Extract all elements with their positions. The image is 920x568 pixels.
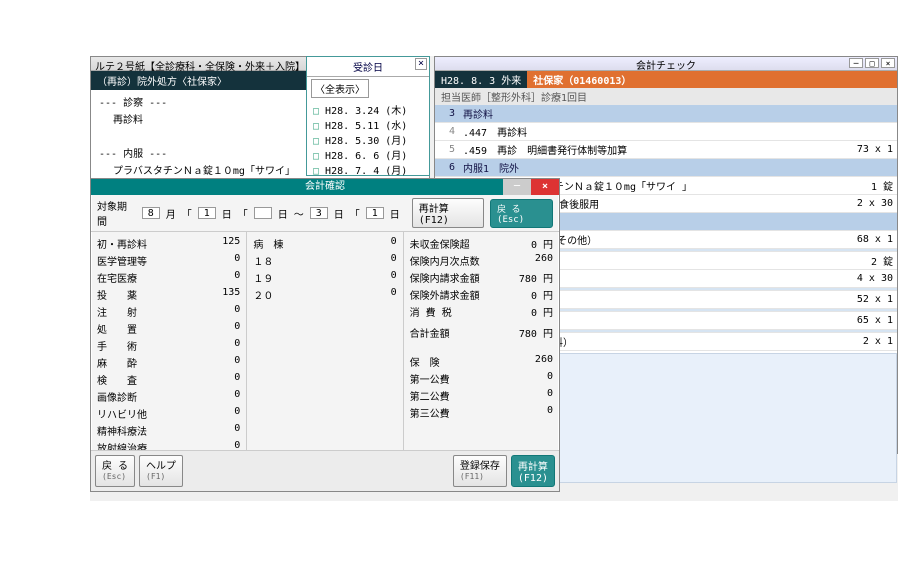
- footer-recalc-button[interactable]: 再計算(F12): [511, 455, 555, 487]
- minimize-icon[interactable]: ─: [503, 179, 531, 195]
- summary-row: 病 棟0: [253, 235, 396, 252]
- close-icon[interactable]: ×: [415, 58, 427, 70]
- back-button[interactable]: 戻 る(Esc): [490, 199, 553, 228]
- summary-row: １９0: [253, 269, 396, 286]
- footer-help-button[interactable]: ヘルプ(F1): [139, 455, 183, 487]
- right-title-text: 会計チェック: [636, 61, 696, 72]
- summary-row: 処 置0: [97, 320, 240, 337]
- visit-date-item[interactable]: H28. 5.30 (月): [313, 132, 423, 147]
- table-row[interactable]: 5.459 再診 明細書発行体制等加算73 x 1: [435, 141, 897, 159]
- left-window-title: ルテ２号紙【全診療科・全保険・外来＋入院】: [95, 62, 305, 73]
- visit-date-item[interactable]: H28. 6. 6 (月): [313, 147, 423, 162]
- period-label: 対象期間: [97, 198, 136, 228]
- summary-row: 画像診断0: [97, 388, 240, 405]
- summary-row: 注 射0: [97, 303, 240, 320]
- day-from-input[interactable]: [198, 207, 216, 219]
- summary-row: 保険外請求金額0 円: [410, 286, 553, 303]
- summary-row: 保険内月次点数260: [410, 252, 553, 269]
- l1: 再診料: [113, 111, 143, 126]
- summary-row: 投 薬135: [97, 286, 240, 303]
- summary-row: 検 査0: [97, 371, 240, 388]
- summary-row: 初・再診料125: [97, 235, 240, 252]
- maximize-icon[interactable]: □: [865, 58, 879, 68]
- modal-col-3: 未収金保険超0 円保険内月次点数260保険内請求金額780 円保険外請求金額0 …: [404, 232, 559, 480]
- visit-date-title: 受診日 ×: [307, 57, 429, 77]
- footer-back-button[interactable]: 戻 る(Esc): [95, 455, 135, 487]
- accounting-confirm-modal: 会計確認 ─ × 対象期間 月 「日 「日 ～ 日 「日 再計算(F12) 戻 …: [90, 178, 560, 492]
- summary-row: 麻 酔0: [97, 354, 240, 371]
- table-row[interactable]: 6内服1 院外: [435, 159, 897, 177]
- summary-row: ２０0: [253, 286, 396, 303]
- close-icon[interactable]: ×: [531, 179, 559, 195]
- extra-input[interactable]: [254, 207, 272, 219]
- l0: --- 診察 ---: [99, 94, 167, 109]
- right-titlebar[interactable]: 会計チェック ─ □ ×: [435, 57, 897, 71]
- recalc-button[interactable]: 再計算(F12): [412, 198, 484, 228]
- minimize-icon[interactable]: ─: [849, 58, 863, 68]
- day-to-input[interactable]: [366, 207, 384, 219]
- summary-row: 第一公費0: [410, 370, 553, 387]
- summary-row: リハビリ他0: [97, 405, 240, 422]
- modal-footer: 戻 る(Esc) ヘルプ(F1) 登録保存(F11) 再計算(F12): [91, 450, 559, 491]
- summary-row: 保険内請求金額780 円: [410, 269, 553, 286]
- visit-date-item[interactable]: H28. 3.24 (木): [313, 102, 423, 117]
- summary-row: 第三公費0: [410, 404, 553, 421]
- insurance-header: 社保家（01460013）: [527, 71, 897, 88]
- summary-row: 合計金額780 円: [410, 324, 553, 341]
- summary-row: 医学管理等0: [97, 252, 240, 269]
- summary-row: 第二公費0: [410, 387, 553, 404]
- doctor-header: 担当医師［整形外科］診療1回目: [435, 88, 897, 105]
- l4: プラバスタチンＮａ錠１０mg「サワイ」 1錠: [113, 162, 326, 177]
- table-row[interactable]: 3再診料: [435, 105, 897, 123]
- visit-date-window: 受診日 × 〈全表示〉 H28. 3.24 (木) H28. 5.11 (水) …: [306, 56, 430, 176]
- footer-save-button[interactable]: 登録保存(F11): [453, 455, 507, 487]
- left-subtitle: （再診）院外処方〈社保家〉: [97, 73, 227, 88]
- close-icon[interactable]: ×: [881, 58, 895, 68]
- modal-title-text: 会計確認: [305, 181, 345, 192]
- modal-col-2: 病 棟0１８0１９0２０0: [247, 232, 403, 480]
- summary-row: 在宅医療0: [97, 269, 240, 286]
- visit-date-header: H28. 8. 3 外来: [435, 71, 527, 88]
- modal-titlebar[interactable]: 会計確認 ─ ×: [91, 179, 559, 195]
- l3: --- 内服 ---: [99, 145, 167, 160]
- visit-date-item[interactable]: H28. 7. 4 (月): [313, 162, 423, 177]
- summary-row: 未収金保険超0 円: [410, 235, 553, 252]
- summary-row: 保 険260: [410, 353, 553, 370]
- modal-toolbar: 対象期間 月 「日 「日 ～ 日 「日 再計算(F12) 戻 る(Esc): [91, 195, 559, 232]
- visit-date-list: H28. 3.24 (木) H28. 5.11 (水) H28. 5.30 (月…: [307, 100, 429, 179]
- month-to-input[interactable]: [310, 207, 328, 219]
- summary-row: 精神科療法0: [97, 422, 240, 439]
- show-all-button[interactable]: 〈全表示〉: [311, 79, 369, 98]
- summary-row: 手 術0: [97, 337, 240, 354]
- modal-col-1: 初・再診料125医学管理等0在宅医療0投 薬135注 射0処 置0手 術0麻 酔…: [91, 232, 247, 480]
- table-row[interactable]: 4.447 再診料: [435, 123, 897, 141]
- visit-date-item[interactable]: H28. 5.11 (水): [313, 117, 423, 132]
- month-from-input[interactable]: [142, 207, 160, 219]
- summary-row: 消 費 税0 円: [410, 303, 553, 320]
- summary-row: １８0: [253, 252, 396, 269]
